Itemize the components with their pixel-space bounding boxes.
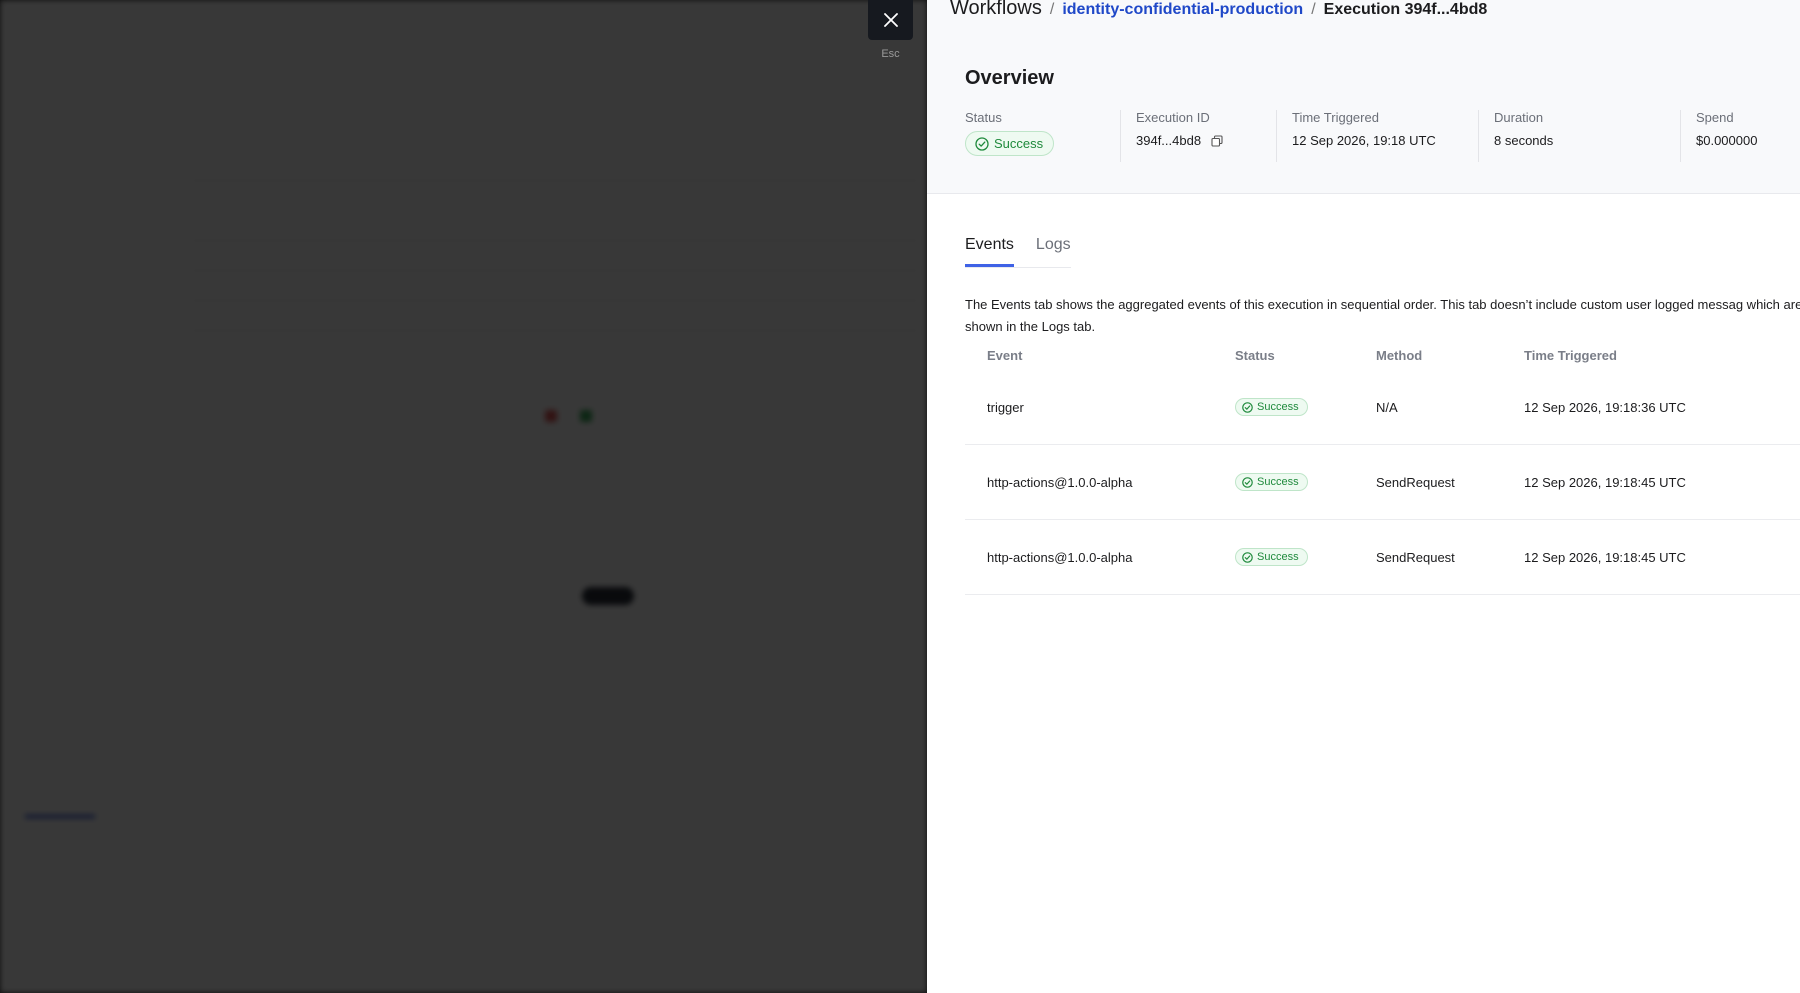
execution-drawer: Workflows / identity-confidential-produc…	[927, 0, 1800, 993]
column-header-event: Event	[987, 347, 1023, 363]
overview-status: Status Success	[965, 110, 1121, 162]
table-header: Event Status Method Time Triggered	[965, 340, 1800, 370]
event-name: http-actions@1.0.0-alpha	[987, 474, 1133, 490]
event-method: SendRequest	[1376, 549, 1455, 565]
spend-value: $0.000000	[1696, 133, 1758, 148]
breadcrumb-current: Execution 394f...4bd8	[1323, 1, 1488, 18]
events-table: Event Status Method Time Triggered trigg…	[965, 340, 1800, 595]
event-time: 12 Sep 2026, 19:18:45 UTC	[1524, 474, 1686, 490]
event-method: N/A	[1376, 399, 1398, 415]
overview-spend: Spend $0.000000	[1696, 110, 1800, 162]
table-row[interactable]: http-actions@1.0.0-alpha Success SendReq…	[965, 445, 1800, 520]
status-badge-label: Success	[1257, 401, 1299, 413]
time-triggered-label: Time Triggered	[1292, 110, 1379, 125]
copy-icon[interactable]	[1211, 134, 1223, 147]
status-badge: Success	[1235, 548, 1308, 566]
status-badge-label: Success	[994, 136, 1044, 151]
column-header-method: Method	[1376, 347, 1423, 363]
duration-label: Duration	[1494, 110, 1544, 125]
events-description: The Events tab shows the aggregated even…	[965, 297, 1800, 334]
event-name: http-actions@1.0.0-alpha	[987, 549, 1133, 565]
check-circle-icon	[1242, 401, 1253, 413]
status-badge: Success	[965, 131, 1055, 156]
time-triggered-value: 12 Sep 2026, 19:18 UTC	[1292, 133, 1436, 148]
overview-grid: Status Success Execution ID 394f...4bd8	[965, 110, 1800, 162]
event-method: SendRequest	[1376, 474, 1455, 490]
status-badge: Success	[1235, 398, 1308, 416]
drawer-tabs: Events Logs	[965, 236, 1071, 268]
table-row[interactable]: http-actions@1.0.0-alpha Success SendReq…	[965, 520, 1800, 595]
check-circle-icon	[975, 136, 989, 151]
table-row[interactable]: trigger Success N/A 12 Sep 2026, 19:18:3…	[965, 370, 1800, 445]
status-label: Status	[965, 110, 1002, 125]
status-badge-label: Success	[1257, 476, 1299, 488]
overview-execution-id: Execution ID 394f...4bd8	[1136, 110, 1277, 162]
breadcrumb: Workflows / identity-confidential-produc…	[950, 0, 1487, 20]
execution-id-value: 394f...4bd8	[1136, 133, 1202, 148]
status-badge: Success	[1235, 473, 1308, 491]
breadcrumb-root[interactable]: Workflows	[950, 0, 1042, 20]
close-button[interactable]	[868, 0, 913, 40]
spend-label: Spend	[1696, 110, 1734, 125]
column-header-time: Time Triggered	[1524, 347, 1617, 363]
status-badge-label: Success	[1257, 551, 1299, 563]
breadcrumb-separator: /	[1311, 1, 1316, 18]
duration-value: 8 seconds	[1494, 133, 1554, 148]
check-circle-icon	[1242, 551, 1253, 563]
overview-title: Overview	[965, 67, 1054, 89]
tab-events[interactable]: Events	[965, 236, 1014, 267]
breadcrumb-separator: /	[1049, 1, 1055, 18]
execution-id-label: Execution ID	[1136, 110, 1210, 125]
check-circle-icon	[1242, 476, 1253, 488]
event-time: 12 Sep 2026, 19:18:36 UTC	[1524, 399, 1686, 415]
close-icon	[883, 13, 898, 27]
tab-logs[interactable]: Logs	[1036, 236, 1071, 267]
event-time: 12 Sep 2026, 19:18:45 UTC	[1524, 549, 1686, 565]
drawer-header: Workflows / identity-confidential-produc…	[927, 0, 1800, 194]
column-header-status: Status	[1235, 347, 1275, 363]
event-name: trigger	[987, 399, 1024, 415]
overview-time-triggered: Time Triggered 12 Sep 2026, 19:18 UTC	[1292, 110, 1479, 162]
esc-hint: Esc	[881, 48, 900, 60]
modal-backdrop[interactable]	[0, 0, 927, 993]
breadcrumb-workflow-link[interactable]: identity-confidential-production	[1062, 1, 1303, 19]
overview-duration: Duration 8 seconds	[1494, 110, 1681, 162]
